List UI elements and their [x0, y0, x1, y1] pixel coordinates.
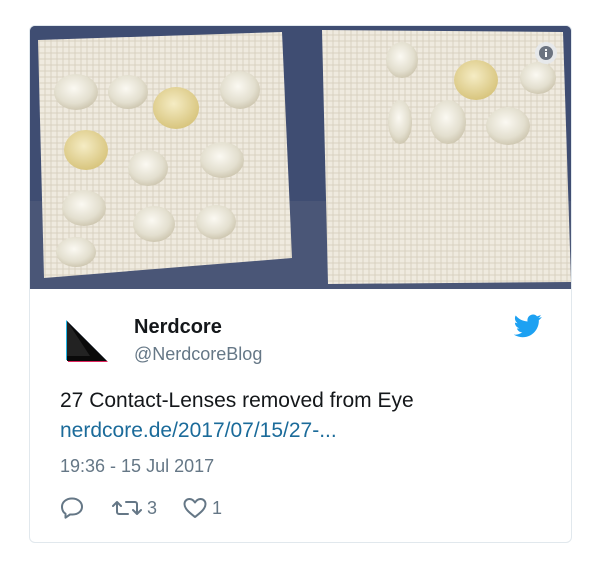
twitter-bird-icon[interactable] — [513, 314, 542, 338]
embedded-tweet-card: Nerdcore @NerdcoreBlog 27 Contact-Lenses… — [29, 25, 572, 543]
like-button[interactable]: 1 — [182, 496, 222, 520]
retweet-icon — [112, 501, 142, 515]
heart-icon — [183, 498, 207, 518]
contact-lenses-photo — [30, 26, 571, 289]
like-count: 1 — [212, 497, 223, 518]
reply-button[interactable] — [60, 496, 86, 520]
nerdcore-logo-icon — [60, 316, 112, 368]
info-icon[interactable] — [535, 42, 557, 64]
retweet-button[interactable]: 3 — [111, 496, 157, 520]
retweet-count: 3 — [147, 497, 158, 518]
tweet-timestamp[interactable]: 19:36 - 15 Jul 2017 — [60, 456, 214, 477]
tweet-photo[interactable] — [30, 26, 571, 289]
tweet-text: 27 Contact-Lenses removed from Eye nerdc… — [60, 386, 414, 446]
tweet-link[interactable]: nerdcore.de/2017/07/15/27-... — [60, 416, 414, 446]
reply-icon — [61, 497, 83, 519]
author-handle[interactable]: @NerdcoreBlog — [134, 344, 262, 365]
avatar[interactable] — [60, 316, 112, 368]
author-name[interactable]: Nerdcore — [134, 316, 222, 339]
tweet-text-body: 27 Contact-Lenses removed from Eye — [60, 389, 414, 412]
tweet-actions: 3 1 — [60, 493, 247, 523]
